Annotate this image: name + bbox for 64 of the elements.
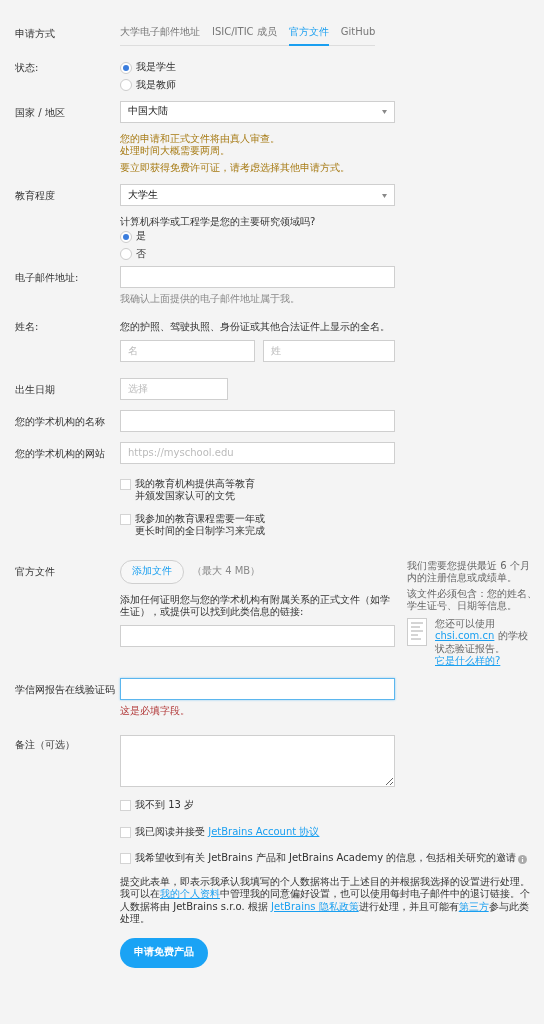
code-field[interactable]: [120, 677, 395, 700]
field-label: 姓名:: [15, 321, 40, 334]
field-label: 学信网报告在线验证码: [15, 682, 116, 696]
notice-text: 要立即获得免费许可证，请考虑选择其他申请方式。: [120, 161, 351, 174]
checkbox-label: 我希望收到有关 JetBrains 产品和 JetBrains Academy 的信息，包括相关研究的邀请: [135, 852, 528, 866]
error-text: 这是必填字段。: [120, 704, 191, 717]
email-field[interactable]: [120, 265, 395, 288]
tab[interactable]: 大学电子邮件地址: [120, 22, 200, 46]
radio-option[interactable]: 我是学生: [120, 59, 176, 76]
select-field[interactable]: 中国大陆: [120, 100, 395, 123]
field-label: 备注（可选）: [15, 738, 76, 752]
link[interactable]: JetBrains Account 协议: [208, 825, 320, 837]
text-field[interactable]: [120, 409, 395, 432]
field-label: 国家 / 地区: [15, 105, 66, 119]
checkbox-label: 我参加的教育课程需要一年或 更长时间的全日制学习来完成: [135, 512, 265, 538]
caret-icon: [382, 191, 387, 199]
field-label: 状态:: [15, 60, 40, 74]
first-name-field[interactable]: 名: [120, 339, 255, 362]
link[interactable]: 它是什么样的?: [435, 655, 501, 666]
checkbox-label: 我已阅读并接受 JetBrains Account 协议: [135, 825, 320, 838]
link[interactable]: chsi.com.cn: [435, 630, 495, 641]
checkbox[interactable]: [120, 478, 131, 490]
checkbox[interactable]: [120, 800, 131, 811]
field-label: 电子邮件地址:: [15, 270, 80, 284]
side-note: 该文件必须包含：您的姓名、学生证号、日期等信息。: [407, 587, 537, 613]
side-note: 您还可以使用 chsi.com.cn 的学校状态验证报告。: [435, 617, 529, 655]
consent-text: 提交此表单，即表示我承认我填写的个人数据将出于上述目的并根据我选择的设置进行处理。我可以在我的个人资料中管理我的同意偏好设置，也可以使用每封电子邮件中的退订链接。个人数据将由 JetBrains s.r.o. 根据 JetBrains 隐私政策进行处理，并且可能有第三方参与此类处理。: [120, 875, 530, 926]
checkbox[interactable]: [120, 513, 131, 525]
radio-option[interactable]: 是: [120, 228, 146, 245]
field-label: 官方文件: [15, 564, 56, 578]
field-label: 申请方式: [15, 27, 56, 41]
checkbox[interactable]: [120, 853, 131, 864]
checkbox[interactable]: [120, 826, 131, 838]
tab[interactable]: ISIC/ITIC 成员: [212, 22, 277, 46]
checkbox-label: 我的教育机构提供高等教育 并颁发国家认可的文凭: [135, 477, 255, 503]
field-label: 您的学术机构的网站: [15, 446, 106, 460]
field-label: 出生日期: [15, 382, 56, 396]
link[interactable]: JetBrains 隐私政策: [271, 900, 359, 912]
hint-text: 我确认上面提供的电子邮件地址属于我。: [120, 292, 301, 305]
add-file-button[interactable]: 添加文件: [120, 559, 184, 584]
side-note: 我们需要您提供最近 6 个月内的注册信息或成绩单。: [407, 559, 531, 585]
link[interactable]: 我的个人资料: [160, 888, 220, 899]
radio-option[interactable]: 我是教师: [120, 77, 176, 93]
size-note: （最大 4 MB）: [192, 565, 261, 578]
submit-button[interactable]: 申请免费产品: [120, 937, 208, 968]
checkbox-label: 我不到 13 岁: [135, 799, 195, 812]
notice-text: 您的申请和正式文件将由真人审查。 处理时间大概需要两周。: [120, 132, 281, 158]
link-field[interactable]: [120, 624, 395, 647]
tab[interactable]: 官方文件: [288, 22, 329, 46]
date-field[interactable]: 选择: [120, 377, 228, 400]
select-field[interactable]: 大学生: [120, 184, 395, 206]
field-label: 您的学术机构的名称: [15, 414, 106, 428]
notes-field[interactable]: [120, 735, 395, 787]
field-label: 教育程度: [15, 189, 56, 203]
question-text: 计算机科学或工程学是您的主要研究领域吗?: [120, 216, 317, 229]
description-text: 添加任何证明您与您的学术机构有附属关系的正式文件（如学生证），或提供可以找到此类信息的链接:: [120, 593, 391, 619]
tab[interactable]: GitHub: [340, 22, 376, 46]
caret-icon: [382, 107, 387, 116]
radio-option[interactable]: 否: [120, 246, 146, 262]
url-field[interactable]: https://myschool.edu: [120, 441, 395, 464]
link[interactable]: 第三方: [458, 900, 489, 912]
last-name-field[interactable]: 姓: [263, 339, 395, 362]
document-thumbnail-icon: [407, 617, 427, 646]
description-text: 您的护照、驾驶执照、身份证或其他合法证件上显示的全名。: [120, 321, 391, 334]
